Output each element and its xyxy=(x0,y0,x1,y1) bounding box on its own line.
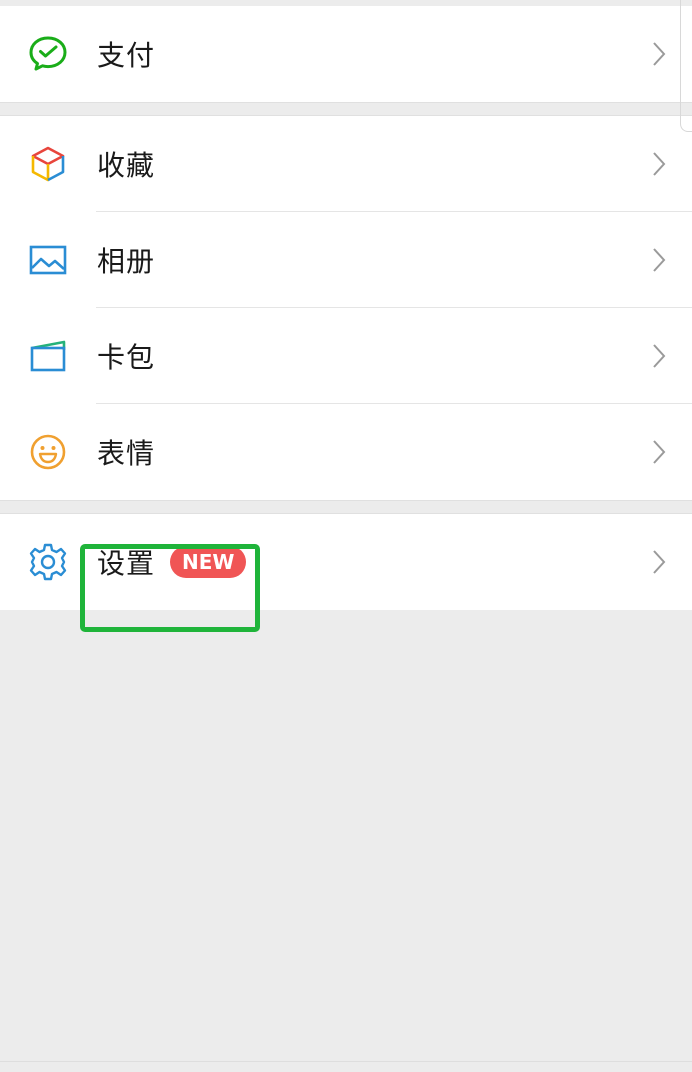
group-separator xyxy=(0,102,692,116)
menu-group-pay: 支付 xyxy=(0,6,692,102)
chevron-right-icon xyxy=(653,248,666,272)
chevron-right-icon xyxy=(653,42,666,66)
menu-item-label: 设置 xyxy=(97,547,156,580)
bottom-divider xyxy=(0,1061,692,1062)
menu-item-cards[interactable]: 卡包 xyxy=(0,308,692,404)
menu-group-settings: 设置 NEW xyxy=(0,514,692,610)
me-menu-screen: 支付 收藏 相册 卡包 表情 设置 NEW xyxy=(0,0,692,1072)
wechat-pay-icon xyxy=(28,34,68,74)
scroll-edge xyxy=(680,0,692,132)
chevron-right-icon xyxy=(653,550,666,574)
menu-item-label: 卡包 xyxy=(97,341,156,374)
chevron-right-icon xyxy=(653,440,666,464)
menu-item-stickers[interactable]: 表情 xyxy=(0,404,692,500)
menu-group-tools: 收藏 相册 卡包 表情 xyxy=(0,116,692,500)
menu-item-favorites[interactable]: 收藏 xyxy=(0,116,692,212)
chevron-right-icon xyxy=(653,152,666,176)
photo-album-icon xyxy=(28,240,68,280)
card-wallet-icon xyxy=(28,336,68,376)
menu-item-pay[interactable]: 支付 xyxy=(0,6,692,102)
menu-item-label: 相册 xyxy=(97,245,156,278)
favorites-cube-icon xyxy=(28,144,68,184)
gear-icon xyxy=(28,542,68,582)
menu-item-label: 表情 xyxy=(97,437,156,470)
menu-item-settings[interactable]: 设置 NEW xyxy=(0,514,692,610)
chevron-right-icon xyxy=(653,344,666,368)
new-badge: NEW xyxy=(170,546,247,578)
menu-item-album[interactable]: 相册 xyxy=(0,212,692,308)
menu-item-label: 收藏 xyxy=(97,149,156,182)
menu-item-label: 支付 xyxy=(97,39,156,72)
smiley-icon xyxy=(28,432,68,472)
group-separator xyxy=(0,500,692,514)
